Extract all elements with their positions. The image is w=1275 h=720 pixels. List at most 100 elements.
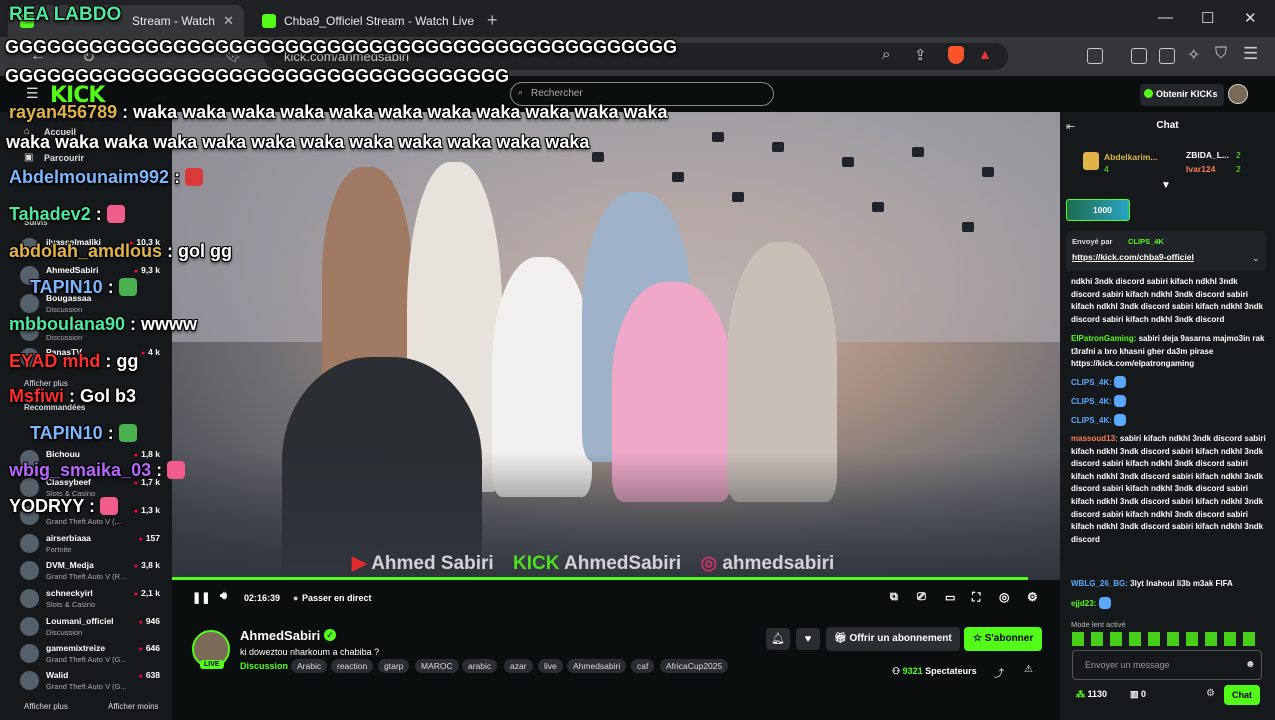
sidebar-channel[interactable]: PanasTV 4 k [20, 346, 168, 376]
offrir-abonnement-button[interactable]: 🎁︎ Offrir un abonnement [826, 627, 960, 651]
sidebar-channel[interactable]: ilyasselmaliki 10,3 k [20, 236, 168, 266]
chat-message-input[interactable]: Envoyer un message ☻ [1072, 650, 1262, 680]
tag[interactable]: MAROC [415, 659, 459, 673]
afficher-plus-link[interactable]: Afficher plus [24, 379, 68, 388]
tab-stream-watch[interactable]: Stream - Watch ✕ [8, 5, 244, 37]
channel-avatar [20, 294, 39, 313]
kick-logo[interactable]: KICK [50, 83, 105, 108]
share-icon[interactable]: ⇪ [914, 46, 927, 64]
sidebar-channel[interactable]: Walid Grand Theft Auto V (G... 638 [20, 669, 168, 699]
channel-name[interactable]: AhmedSabiri [240, 628, 320, 643]
sidebar-channel[interactable]: AhmedSabiri 9,3 k [20, 264, 168, 294]
follow-heart-button[interactable]: ♥ [796, 628, 820, 650]
sidebar-channel[interactable]: schneckyirl Slots & Casino 2,1 k [20, 587, 168, 617]
message-user[interactable]: ejjd23: [1071, 599, 1096, 608]
video-player[interactable]: ▶ Ahmed Sabiri KICK AhmedSabiri ◎ ahmeds… [172, 112, 1060, 580]
watermark-ig: ahmedsabiri [722, 553, 835, 574]
theater-mode-icon[interactable]: ▭ [945, 591, 955, 604]
message-user[interactable]: CLIPS_4K: [1071, 416, 1112, 425]
vpn-shield-icon[interactable]: ⛉ [1215, 45, 1227, 63]
message-user[interactable]: CLIPS_4K: [1071, 378, 1112, 387]
hamburger-menu-icon[interactable]: ☰ [26, 85, 39, 102]
channel-avatar [20, 589, 39, 608]
sidebar-item-accueil[interactable]: Accueil [44, 127, 76, 137]
quality-icon[interactable]: ◎ [999, 590, 1009, 604]
sabonner-button[interactable]: ☆ S'abonner [964, 627, 1043, 651]
sidebar-channel[interactable]: Bichouu 1,8 k [20, 448, 168, 478]
obtenir-kicks-button[interactable]: Obtenir KICKs [1140, 84, 1224, 106]
sidebar-channel[interactable]: gamemixtreize Grand Theft Auto V (G... 6… [20, 642, 168, 672]
pause-icon[interactable]: ❚❚ [192, 591, 210, 604]
tag[interactable]: arabic [462, 659, 498, 673]
message-user[interactable]: massoud13: [1071, 434, 1118, 443]
emote-bar[interactable] [1072, 632, 1262, 646]
sidebar-icon[interactable] [1131, 48, 1147, 64]
close-window-icon[interactable]: ✕ [1244, 9, 1257, 27]
pinned-message[interactable]: Envoyé par CLIPS_4K https://kick.com/chb… [1066, 231, 1266, 271]
close-tab-icon[interactable]: ✕ [223, 13, 234, 29]
pip-icon[interactable]: ⧉ [890, 591, 898, 604]
youtube-icon: ▶ [352, 553, 367, 574]
message-user[interactable]: ElPatronGaming: [1071, 334, 1136, 343]
message-user[interactable]: CLIPS_4K: [1071, 397, 1112, 406]
emoji-icon[interactable]: ☻ [1245, 659, 1256, 670]
chevron-down-icon[interactable]: ⌄ [1252, 253, 1260, 264]
sidebar-channel[interactable]: Bougassaa Discussion [20, 292, 168, 322]
clip-icon[interactable]: ⎚ [917, 591, 926, 604]
pinned-link[interactable]: https://kick.com/chba9-officiel [1072, 252, 1194, 262]
channel-name: Loumani_officiel [46, 616, 114, 626]
volume-icon[interactable]: 🔊︎ [220, 590, 227, 603]
bookmark-icon[interactable]: 🔖︎ [224, 47, 242, 64]
reload-icon[interactable]: ↻ [82, 47, 95, 67]
tag[interactable]: Arabic [291, 659, 328, 673]
sidebar-channel[interactable]: DVM_Medja Grand Theft Auto V (R... 3,8 k [20, 559, 168, 589]
kicks-1000-badge[interactable]: 1000 [1066, 199, 1130, 221]
tag[interactable]: reaction [331, 659, 374, 673]
share-icon[interactable]: ⤴ [994, 665, 1004, 680]
channel-name: Walid [46, 670, 69, 680]
report-icon[interactable]: ⚠ [1024, 664, 1033, 675]
sidebar-channel[interactable]: Grand Theft Auto V (... 1,3 k [20, 504, 168, 534]
user-avatar[interactable] [1228, 84, 1248, 104]
url-bar[interactable]: kick.com/anmedsabiri [264, 43, 1008, 70]
stream-category[interactable]: Discussion [240, 661, 288, 671]
message-user[interactable]: WBLG_26_BG: [1071, 579, 1128, 588]
notification-bell-button[interactable]: 🔔︎ [766, 628, 790, 650]
viewers-icon: ⚇ [892, 666, 903, 676]
back-icon[interactable]: ← [30, 47, 46, 65]
passer-en-direct-button[interactable]: Passer en direct [302, 593, 372, 603]
tag[interactable]: Ahmedsabiri [567, 659, 627, 673]
afficher-moins-link[interactable]: Afficher moins [108, 702, 159, 711]
menu-icon[interactable]: ☰ [1243, 44, 1258, 64]
send-chat-button[interactable]: Chat [1224, 685, 1260, 705]
tag[interactable]: caf [631, 659, 655, 673]
sidebar-channel[interactable]: Classybeef Slots & Casino 1,7 k [20, 476, 168, 506]
tab-chba9-stream[interactable]: Chba9_Officiel Stream - Watch Live o [250, 5, 478, 37]
settings-gear-icon[interactable]: ⚙ [1027, 590, 1038, 604]
new-tab-icon[interactable]: + [487, 10, 498, 31]
wallet-icon[interactable] [1159, 48, 1175, 64]
brave-shields-icon[interactable] [948, 46, 964, 64]
reader-mode-icon[interactable] [1087, 48, 1103, 64]
minimize-icon[interactable]: — [1158, 9, 1173, 26]
sidebar-channel[interactable]: airserbiaaa Fortnite 157 [20, 532, 168, 562]
zoom-icon[interactable]: ⌕ [882, 46, 890, 63]
tag[interactable]: gtarp [378, 659, 410, 673]
fullscreen-icon[interactable]: ⛶ [972, 590, 980, 605]
tag[interactable]: live [538, 659, 563, 673]
kicks-balance[interactable]: ▥ 0 [1130, 689, 1146, 700]
leo-ai-icon[interactable]: ✧ [1187, 45, 1200, 65]
video-progress-bar[interactable] [172, 577, 1028, 580]
tag[interactable]: azar [504, 659, 533, 673]
maximize-icon[interactable]: ☐ [1201, 9, 1214, 27]
sidebar-channel[interactable]: Loumani_officiel Discussion 946 [20, 615, 168, 645]
sidebar-item-parcourir[interactable]: Parcourir [44, 153, 84, 163]
points-display[interactable]: ⁂ 1130 [1076, 689, 1107, 700]
chat-settings-gear-icon[interactable]: ⚙ [1206, 688, 1215, 699]
expand-icon[interactable]: ▼ [1161, 180, 1171, 191]
viewer-count: 638 [139, 670, 160, 680]
afficher-plus-link[interactable]: Afficher plus [24, 702, 68, 711]
search-input[interactable]: ⌕ Rechercher [510, 82, 774, 106]
tag[interactable]: AfricaCup2025 [660, 659, 729, 673]
brave-rewards-icon[interactable]: ▲ [978, 46, 992, 62]
